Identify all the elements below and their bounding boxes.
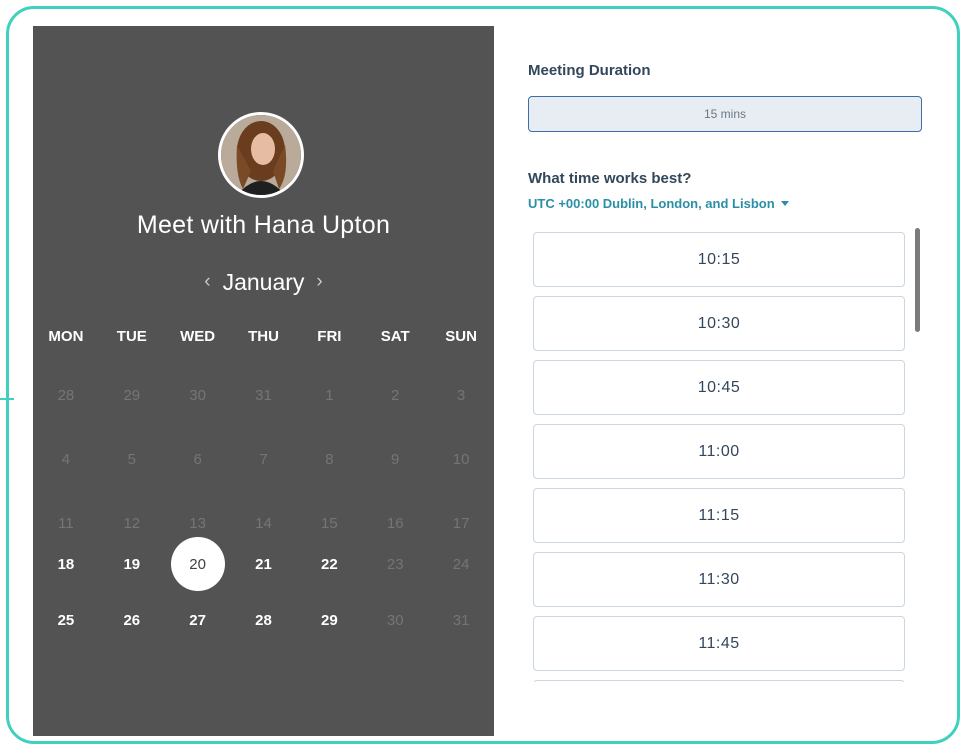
time-prompt: What time works best?	[528, 170, 692, 187]
calendar-week: 18 19 20 21 22 23 24	[33, 537, 494, 591]
calendar-day-available[interactable]: 22	[302, 537, 356, 591]
weekday-label: MON	[48, 328, 84, 345]
weekday-label: THU	[248, 328, 279, 345]
meet-title: Meet with Hana Upton	[136, 211, 391, 239]
host-photo	[221, 115, 301, 195]
caret-down-icon	[780, 201, 789, 206]
calendar-day-available[interactable]: 21	[237, 537, 291, 591]
frame-divider	[0, 398, 14, 400]
timezone-label: UTC +00:00 Dublin, London, and Lisbon	[528, 196, 775, 211]
calendar-day-available[interactable]: 29	[302, 593, 356, 647]
calendar-day: 4	[61, 450, 71, 468]
time-slot-button[interactable]: 10:45	[533, 360, 905, 415]
month-nav: ‹ January ›	[33, 266, 494, 298]
weekday-label: FRI	[317, 328, 342, 345]
calendar-week: 4 5 6 7 8 9 10	[33, 432, 494, 486]
calendar-day: 9	[391, 450, 400, 468]
calendar-day-available[interactable]: 28	[237, 593, 291, 647]
calendar-day-available[interactable]: 25	[39, 593, 93, 647]
month-label: January	[222, 268, 305, 295]
calendar-day: 5	[127, 450, 136, 468]
calendar-day-available[interactable]: 26	[105, 593, 159, 647]
time-slot-scrollbar[interactable]	[915, 228, 920, 332]
calendar-week: 28 29 30 31 1 2 3	[33, 368, 494, 422]
time-slot-button[interactable]: 10:30	[533, 296, 905, 351]
weekday-label: WED	[180, 328, 216, 345]
duration-label: Meeting Duration	[528, 62, 651, 79]
weekday-header: MON TUE WED THU FRI SAT SUN	[33, 328, 494, 345]
calendar-day: 1	[325, 386, 334, 404]
calendar-day: 31	[255, 386, 272, 404]
time-slot-list[interactable]: 10:15 10:30 10:45 11:00 11:15 11:30 11:4…	[533, 232, 906, 682]
calendar-day: 28	[57, 386, 75, 404]
calendar-week: 25 26 27 28 29 30 31	[33, 593, 494, 647]
chevron-left-icon[interactable]: ‹	[192, 271, 222, 293]
calendar-day: 7	[259, 450, 268, 468]
calendar-day: 2	[391, 386, 400, 404]
calendar-day: 29	[123, 386, 141, 404]
calendar-day: 6	[193, 450, 202, 468]
weekday-label: TUE	[116, 328, 147, 345]
calendar-day: 8	[325, 450, 334, 468]
duration-select[interactable]: 15 mins	[528, 96, 922, 132]
calendar-day-selected[interactable]: 20	[170, 537, 225, 591]
time-slot-button[interactable]: 11:45	[533, 616, 905, 671]
calendar-day: 30	[189, 386, 206, 404]
calendar-day: 23	[386, 555, 404, 573]
host-avatar	[218, 112, 304, 198]
calendar-day: 30	[386, 611, 404, 629]
calendar-day: 10	[452, 450, 470, 468]
time-slot-button[interactable]: 11:00	[533, 424, 905, 479]
weekday-label: SAT	[380, 328, 410, 345]
time-slot-button[interactable]: 10:15	[533, 232, 905, 287]
calendar-panel: Meet with Hana Upton ‹ January › MON TUE…	[33, 26, 494, 736]
calendar-day-available[interactable]: 18	[39, 537, 93, 591]
chevron-right-icon[interactable]: ›	[304, 271, 334, 293]
calendar-day: 31	[452, 611, 470, 629]
timezone-dropdown[interactable]: UTC +00:00 Dublin, London, and Lisbon	[528, 196, 789, 211]
calendar-day-available[interactable]: 27	[171, 593, 225, 647]
time-slot-button[interactable]	[533, 680, 905, 682]
calendar-day: 24	[452, 555, 470, 573]
time-slot-button[interactable]: 11:30	[533, 552, 905, 607]
calendar-day-available[interactable]: 19	[105, 537, 159, 591]
weekday-label: SUN	[445, 328, 477, 345]
calendar-day: 3	[456, 386, 466, 404]
time-slot-button[interactable]: 11:15	[533, 488, 905, 543]
booking-panel: Meeting Duration 15 mins What time works…	[528, 26, 938, 736]
